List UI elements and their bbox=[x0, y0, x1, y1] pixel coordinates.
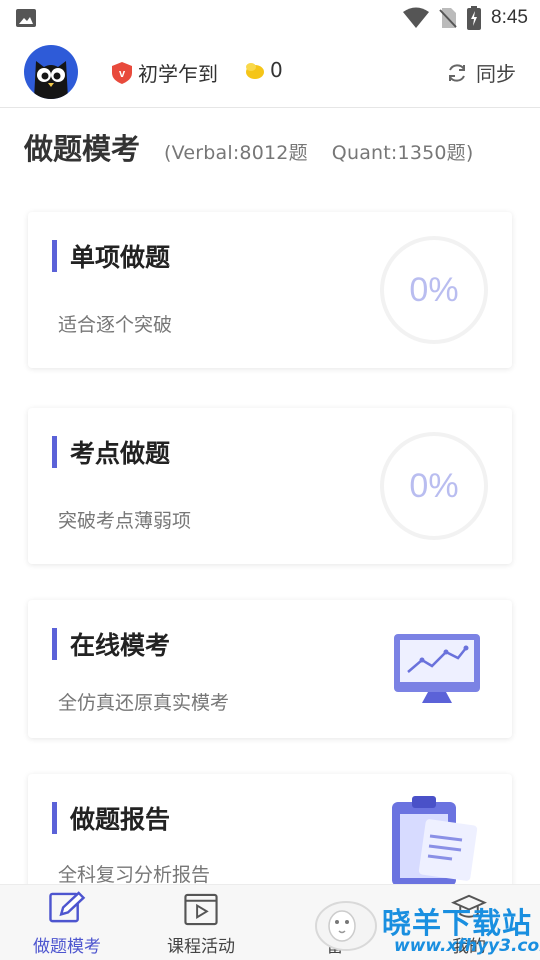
sync-icon bbox=[449, 63, 465, 82]
card-online-mock[interactable]: 在线模考 全仿真还原真实模考 bbox=[28, 600, 512, 738]
question-stats: (Verbal:8012题 Quant:1350题) bbox=[164, 138, 497, 165]
coin-value: 0 bbox=[270, 58, 283, 82]
card-accent-bar bbox=[52, 802, 57, 834]
card-subtitle: 全科复习分析报告 bbox=[58, 864, 211, 886]
card-accent-bar bbox=[52, 436, 57, 468]
play-video-icon bbox=[184, 893, 218, 926]
card-title: 单项做题 bbox=[70, 243, 171, 272]
image-notification-icon bbox=[16, 9, 36, 27]
progress-value: 0% bbox=[409, 466, 459, 505]
battery-charging-icon bbox=[467, 6, 482, 30]
avatar[interactable] bbox=[24, 45, 78, 99]
level-label: 初学乍到 bbox=[138, 62, 218, 86]
sync-label: 同步 bbox=[476, 62, 516, 86]
card-title: 做题报告 bbox=[70, 805, 171, 834]
tab-label: 做题模考 bbox=[33, 937, 101, 957]
app-header: v 初学乍到 0 同步 bbox=[0, 40, 540, 108]
coin-count[interactable]: 0 bbox=[244, 58, 283, 82]
sync-button[interactable]: 同步 bbox=[446, 58, 516, 87]
card-accent-bar bbox=[52, 240, 57, 272]
card-subtitle: 适合逐个突破 bbox=[58, 314, 173, 336]
monitor-chart-icon bbox=[394, 634, 480, 703]
status-bar: 8:45 bbox=[0, 0, 540, 36]
card-title: 考点做题 bbox=[70, 439, 171, 468]
card-single-practice[interactable]: 单项做题 适合逐个突破 0% bbox=[28, 212, 512, 368]
clipboard-report-icon bbox=[392, 796, 478, 886]
card-title: 在线模考 bbox=[70, 631, 171, 660]
user-level[interactable]: v 初学乍到 bbox=[112, 58, 218, 87]
card-subtitle: 全仿真还原真实模考 bbox=[58, 692, 230, 714]
no-sim-icon bbox=[439, 8, 457, 28]
owl-avatar-icon bbox=[34, 61, 68, 99]
pencil-edit-icon bbox=[49, 891, 86, 923]
card-topic-practice[interactable]: 考点做题 突破考点薄弱项 0% bbox=[28, 408, 512, 564]
progress-ring: 0% bbox=[380, 236, 488, 344]
wifi-icon bbox=[403, 7, 430, 28]
watermark: 晓羊下载站 www.xfhyy3.com bbox=[306, 888, 540, 960]
sheep-logo-icon bbox=[315, 901, 377, 951]
verbal-count: (Verbal:8012题 bbox=[164, 142, 308, 164]
progress-value: 0% bbox=[409, 270, 459, 309]
coin-icon bbox=[246, 63, 264, 79]
tab-course-activity[interactable]: 课程活动 bbox=[136, 891, 266, 957]
card-accent-bar bbox=[52, 628, 57, 660]
progress-ring: 0% bbox=[380, 432, 488, 540]
svg-text:v: v bbox=[119, 68, 126, 80]
quant-count: Quant:1350题) bbox=[331, 142, 474, 164]
tab-label: 课程活动 bbox=[167, 937, 235, 957]
tab-practice-mock[interactable]: 做题模考 bbox=[2, 891, 132, 957]
watermark-url: www.xfhyy3.com bbox=[394, 936, 540, 956]
page-title: 做题模考 bbox=[24, 132, 141, 166]
card-subtitle: 突破考点薄弱项 bbox=[58, 510, 192, 532]
status-right: 8:45 bbox=[403, 5, 528, 31]
page-title-row: 做题模考 (Verbal:8012题 Quant:1350题) bbox=[24, 126, 498, 168]
status-time: 8:45 bbox=[491, 7, 528, 28]
shield-badge-icon: v bbox=[112, 61, 132, 84]
